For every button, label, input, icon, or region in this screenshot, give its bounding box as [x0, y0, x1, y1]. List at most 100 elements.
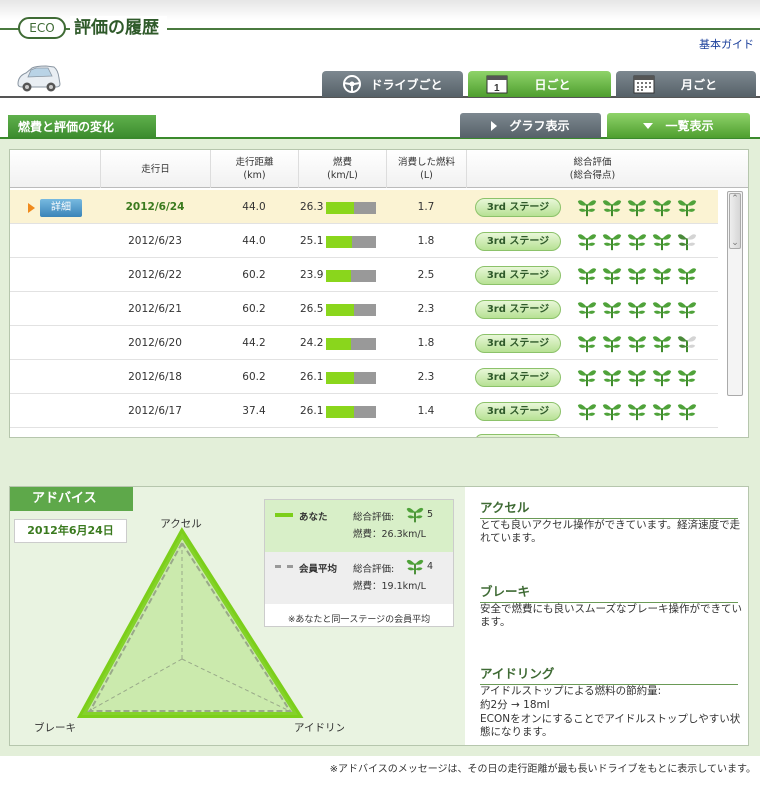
car-icon: [17, 65, 61, 92]
radar-label-brake: ブレーキ: [34, 721, 76, 734]
list-view-label: 一覧表示: [665, 119, 714, 133]
row-economy: 24.2: [300, 337, 324, 349]
legend-avg-rating-label: 総合評価:: [353, 564, 395, 575]
sprout-icon: [602, 336, 622, 353]
sprout-icon: [652, 370, 672, 387]
page-title: 評価の履歴: [70, 16, 167, 40]
economy-bar-fill: [326, 338, 351, 350]
advice-heading-idling: アイドリング: [480, 663, 738, 685]
scroll-down-icon[interactable]: ⌄: [730, 238, 740, 248]
row-distance: 60.2: [242, 371, 266, 383]
sprout-icon: [577, 200, 597, 217]
table-row[interactable]: 2012/6/18 60.2 2.3 26.1 3rd ステージ: [10, 360, 718, 394]
history-table: 走行日 走行距離 (km) 燃費 (km/L) 消費した燃料 (L) 総合評価 (総合得…: [9, 149, 749, 438]
sprout-icon: [577, 268, 597, 285]
list-view-button[interactable]: 一覧表示: [607, 113, 750, 138]
row-date: 2012/6/22: [128, 269, 182, 281]
table-row[interactable]: 2012/6/23 44.0 1.8 25.1 3rd ステージ: [10, 224, 718, 258]
row-fuel: 1.4: [417, 405, 435, 417]
table-row[interactable]: 詳細 2012/6/24 44.0 1.7 26.3 3rd ステージ: [10, 190, 718, 224]
legend-avg-line: [275, 565, 293, 568]
rating-sprouts: [576, 332, 698, 356]
sprout-icon: [602, 268, 622, 285]
sprout-icon: [405, 504, 425, 527]
row-distance: 44.2: [242, 337, 266, 349]
table-row[interactable]: 2012/6/20 44.2 1.8 24.2 3rd ステージ: [10, 326, 718, 360]
sprout-icon: [577, 370, 597, 387]
sprout-icon: [602, 302, 622, 319]
row-date: 2012/6/23: [128, 235, 182, 247]
tab-month-label: 月ごと: [680, 77, 717, 92]
economy-bar-fill: [326, 406, 354, 418]
advice-title: アドバイス: [10, 487, 133, 511]
economy-bar-fill: [326, 270, 351, 282]
calendar-month-icon: [633, 75, 655, 94]
row-distance: 60.2: [242, 303, 266, 315]
tab-day[interactable]: 1 日ごと: [468, 71, 611, 97]
economy-bar-fill: [326, 304, 354, 316]
scroll-thumb[interactable]: ⌃ ⌄: [729, 193, 741, 249]
row-fuel: 2.5: [417, 269, 435, 281]
table-row[interactable]: 2012/6/22 60.2 2.5 23.9 3rd ステージ: [10, 258, 718, 292]
chevron-down-icon: [643, 122, 654, 129]
sprout-icon: [577, 336, 597, 353]
legend-avg-economy: 燃費：19.1km/L: [353, 581, 426, 592]
economy-bar: [326, 202, 376, 214]
tab-month[interactable]: 月ごと: [616, 71, 756, 97]
radar-label-idling: アイドリング: [294, 721, 344, 734]
row-date: 2012/6/20: [128, 337, 182, 349]
header-economy: 燃費 (km/L): [298, 150, 386, 188]
stage-badge: 3rd ステージ: [475, 198, 561, 217]
advice-footnote: ※アドバイスのメッセージは、その日の走行距離が最も長いドライブをもとに表示してい…: [329, 764, 756, 775]
rating-sprouts: [576, 196, 698, 220]
advice-text-accel: とても良いアクセル操作ができています。経済速度で走れています。: [480, 519, 741, 544]
graph-view-button[interactable]: グラフ表示: [460, 113, 601, 138]
sprout-icon: [627, 302, 647, 319]
row-economy: 25.1: [300, 235, 324, 247]
table-row[interactable]: 2012/6/21 60.2 2.3 26.5 3rd ステージ: [10, 292, 718, 326]
table-scrollbar[interactable]: ⌃ ⌄: [727, 191, 743, 396]
advice-panel: アクセル ブレーキ アイドリング アドバイス 2012年6月24日 あなた 総合…: [9, 486, 749, 746]
economy-bar-fill: [326, 236, 352, 248]
chevron-right-icon: [491, 120, 498, 131]
advice-messages: アクセル とても良いアクセル操作ができています。経済速度で走れています。 ブレー…: [476, 487, 746, 745]
sprout-icon: [652, 234, 672, 251]
stage-badge: 3rd ステージ: [475, 232, 561, 251]
legend-you-rating: 5: [427, 509, 434, 520]
stage-badge-partial: [475, 434, 561, 437]
economy-bar-fill: [326, 372, 354, 384]
rating-sprouts: [576, 264, 698, 288]
row-distance: 60.2: [242, 269, 266, 281]
row-date: 2012/6/24: [125, 201, 185, 213]
tab-drive[interactable]: ドライブごと: [322, 71, 463, 97]
steering-wheel-icon: [343, 75, 362, 93]
scroll-up-icon[interactable]: ⌃: [730, 194, 740, 204]
row-economy: 26.1: [300, 405, 324, 417]
advice-heading-accel: アクセル: [480, 497, 738, 519]
stage-badge: 3rd ステージ: [475, 368, 561, 387]
sprout-icon: [406, 507, 424, 523]
row-fuel: 2.3: [417, 371, 435, 383]
row-distance: 44.0: [242, 235, 266, 247]
radar-legend: あなた 総合評価: 5 燃費：26.3km/L 会員平均 総合評価: 4 燃費：…: [264, 499, 454, 627]
basic-guide-link[interactable]: 基本ガイド: [699, 36, 754, 52]
rating-sprouts: [576, 298, 698, 322]
svg-text:1: 1: [494, 83, 500, 94]
legend-you-rating-label: 総合評価:: [353, 512, 395, 523]
sprout-icon: [677, 234, 697, 251]
header-distance: 走行距離 (km): [210, 150, 298, 188]
economy-bar-fill: [326, 202, 354, 214]
stage-badge: 3rd ステージ: [475, 334, 561, 353]
legend-you-label: あなた: [299, 512, 328, 523]
sprout-icon: [627, 370, 647, 387]
sprout-icon: [627, 404, 647, 421]
row-economy: 26.5: [300, 303, 324, 315]
sprout-icon: [627, 234, 647, 251]
economy-bar: [326, 304, 376, 316]
table-header: 走行日 走行距離 (km) 燃費 (km/L) 消費した燃料 (L) 総合評価 (総合得…: [10, 150, 748, 188]
sprout-icon: [602, 200, 622, 217]
table-row[interactable]: 2012/6/17 37.4 1.4 26.1 3rd ステージ: [10, 394, 718, 428]
advice-chart-area: アクセル ブレーキ アイドリング アドバイス 2012年6月24日 あなた 総合…: [10, 487, 465, 745]
detail-button[interactable]: 詳細: [40, 199, 82, 217]
eco-badge: ECO: [18, 17, 66, 39]
